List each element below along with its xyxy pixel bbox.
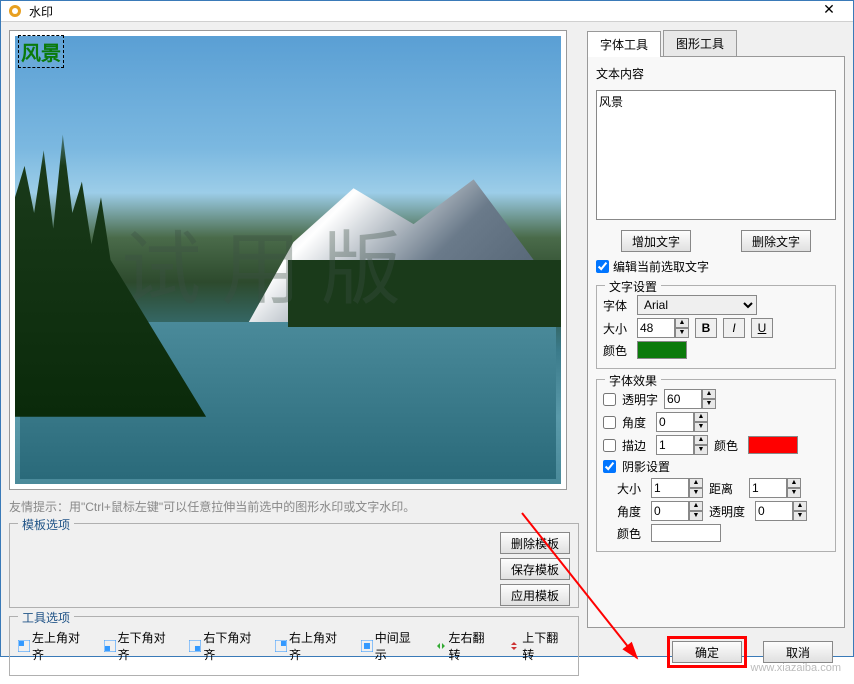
edit-selected-checkbox[interactable]: 编辑当前选取文字 <box>596 258 836 275</box>
align-center-icon <box>361 640 373 652</box>
template-legend: 模板选项 <box>18 516 74 533</box>
text-color-swatch[interactable] <box>637 341 687 359</box>
tab-content: 文本内容 增加文字 删除文字 编辑当前选取文字 文字设置 字体 Arial 大小… <box>587 57 845 628</box>
app-icon <box>7 3 23 19</box>
tab-font-tools[interactable]: 字体工具 <box>587 31 661 57</box>
spin-down-icon[interactable]: ▼ <box>675 328 689 338</box>
template-options: 模板选项 删除模板 保存模板 应用模板 <box>9 523 579 608</box>
site-watermark: www.xiazaiba.com <box>751 662 841 674</box>
align-bl-icon <box>104 640 116 652</box>
align-bottom-left[interactable]: 左下角对齐 <box>104 629 178 663</box>
shadow-color-swatch[interactable] <box>651 524 721 542</box>
flip-horizontal[interactable]: 左右翻转 <box>435 629 497 663</box>
hint-text: 友情提示：用"Ctrl+鼠标左键"可以任意拉伸当前选中的图形水印或文字水印。 <box>9 498 579 515</box>
window-title: 水印 <box>29 3 811 20</box>
tab-shape-tools[interactable]: 图形工具 <box>663 30 737 56</box>
align-tr-icon <box>275 640 287 652</box>
shadow-dist-spinner[interactable]: ▲▼ <box>749 478 801 498</box>
trial-overlay: 试用版 <box>121 205 421 321</box>
text-content-input[interactable] <box>596 90 836 220</box>
stroke-spinner[interactable]: ▲▼ <box>656 435 708 455</box>
shadow-size-spinner[interactable]: ▲▼ <box>651 478 703 498</box>
tool-legend: 工具选项 <box>18 609 74 626</box>
titlebar: 水印 ✕ <box>1 1 853 22</box>
text-content-label: 文本内容 <box>596 65 836 82</box>
angle-checkbox[interactable] <box>603 416 616 429</box>
watermark-text-overlay[interactable]: 风景 <box>18 35 64 68</box>
preview-canvas[interactable]: 风景 试用版 <box>9 30 567 490</box>
shadow-enable-checkbox[interactable] <box>603 460 616 473</box>
bold-button[interactable]: B <box>695 318 717 338</box>
italic-button[interactable]: I <box>723 318 745 338</box>
font-size-spinner[interactable]: ▲▼ <box>637 318 689 338</box>
tabs: 字体工具 图形工具 <box>587 30 845 57</box>
cancel-button[interactable]: 取消 <box>763 641 833 663</box>
shadow-opacity-spinner[interactable]: ▲▼ <box>755 501 807 521</box>
align-top-right[interactable]: 右上角对齐 <box>275 629 349 663</box>
delete-text-button[interactable]: 删除文字 <box>741 230 811 252</box>
shadow-angle-spinner[interactable]: ▲▼ <box>651 501 703 521</box>
transparent-checkbox[interactable] <box>603 393 616 406</box>
transparent-spinner[interactable]: ▲▼ <box>664 389 716 409</box>
align-top-left[interactable]: 左上角对齐 <box>18 629 92 663</box>
text-settings: 文字设置 字体 Arial 大小 ▲▼ B I U 颜色 <box>596 285 836 369</box>
font-effect: 字体效果 透明字 ▲▼ 角度 ▲▼ 描边 ▲▼ 颜色 阴影设置 <box>596 379 836 552</box>
save-template-button[interactable]: 保存模板 <box>500 558 570 580</box>
delete-template-button[interactable]: 删除模板 <box>500 532 570 554</box>
align-br-icon <box>189 640 201 652</box>
align-tl-icon <box>18 640 30 652</box>
flip-v-icon <box>508 640 520 652</box>
apply-template-button[interactable]: 应用模板 <box>500 584 570 606</box>
spin-up-icon[interactable]: ▲ <box>675 318 689 328</box>
ok-highlight: 确定 <box>667 636 747 668</box>
stroke-checkbox[interactable] <box>603 439 616 452</box>
dialog-footer: 确定 取消 www.xiazaiba.com <box>587 628 845 676</box>
flip-h-icon <box>435 640 447 652</box>
ok-button[interactable]: 确定 <box>672 641 742 663</box>
tool-options: 工具选项 左上角对齐 左下角对齐 右下角对齐 右上角对齐 中间显示 左右翻转 上… <box>9 616 579 676</box>
close-icon[interactable]: ✕ <box>811 1 847 21</box>
underline-button[interactable]: U <box>751 318 773 338</box>
align-center[interactable]: 中间显示 <box>361 629 423 663</box>
watermark-dialog: 水印 ✕ 风景 试用版 友情提示：用"Ctrl+鼠标左键"可以任意拉伸当前选中的… <box>0 0 854 657</box>
angle-spinner[interactable]: ▲▼ <box>656 412 708 432</box>
stroke-color-swatch[interactable] <box>748 436 798 454</box>
font-select[interactable]: Arial <box>637 295 757 315</box>
add-text-button[interactable]: 增加文字 <box>621 230 691 252</box>
flip-vertical[interactable]: 上下翻转 <box>508 629 570 663</box>
align-bottom-right[interactable]: 右下角对齐 <box>189 629 263 663</box>
